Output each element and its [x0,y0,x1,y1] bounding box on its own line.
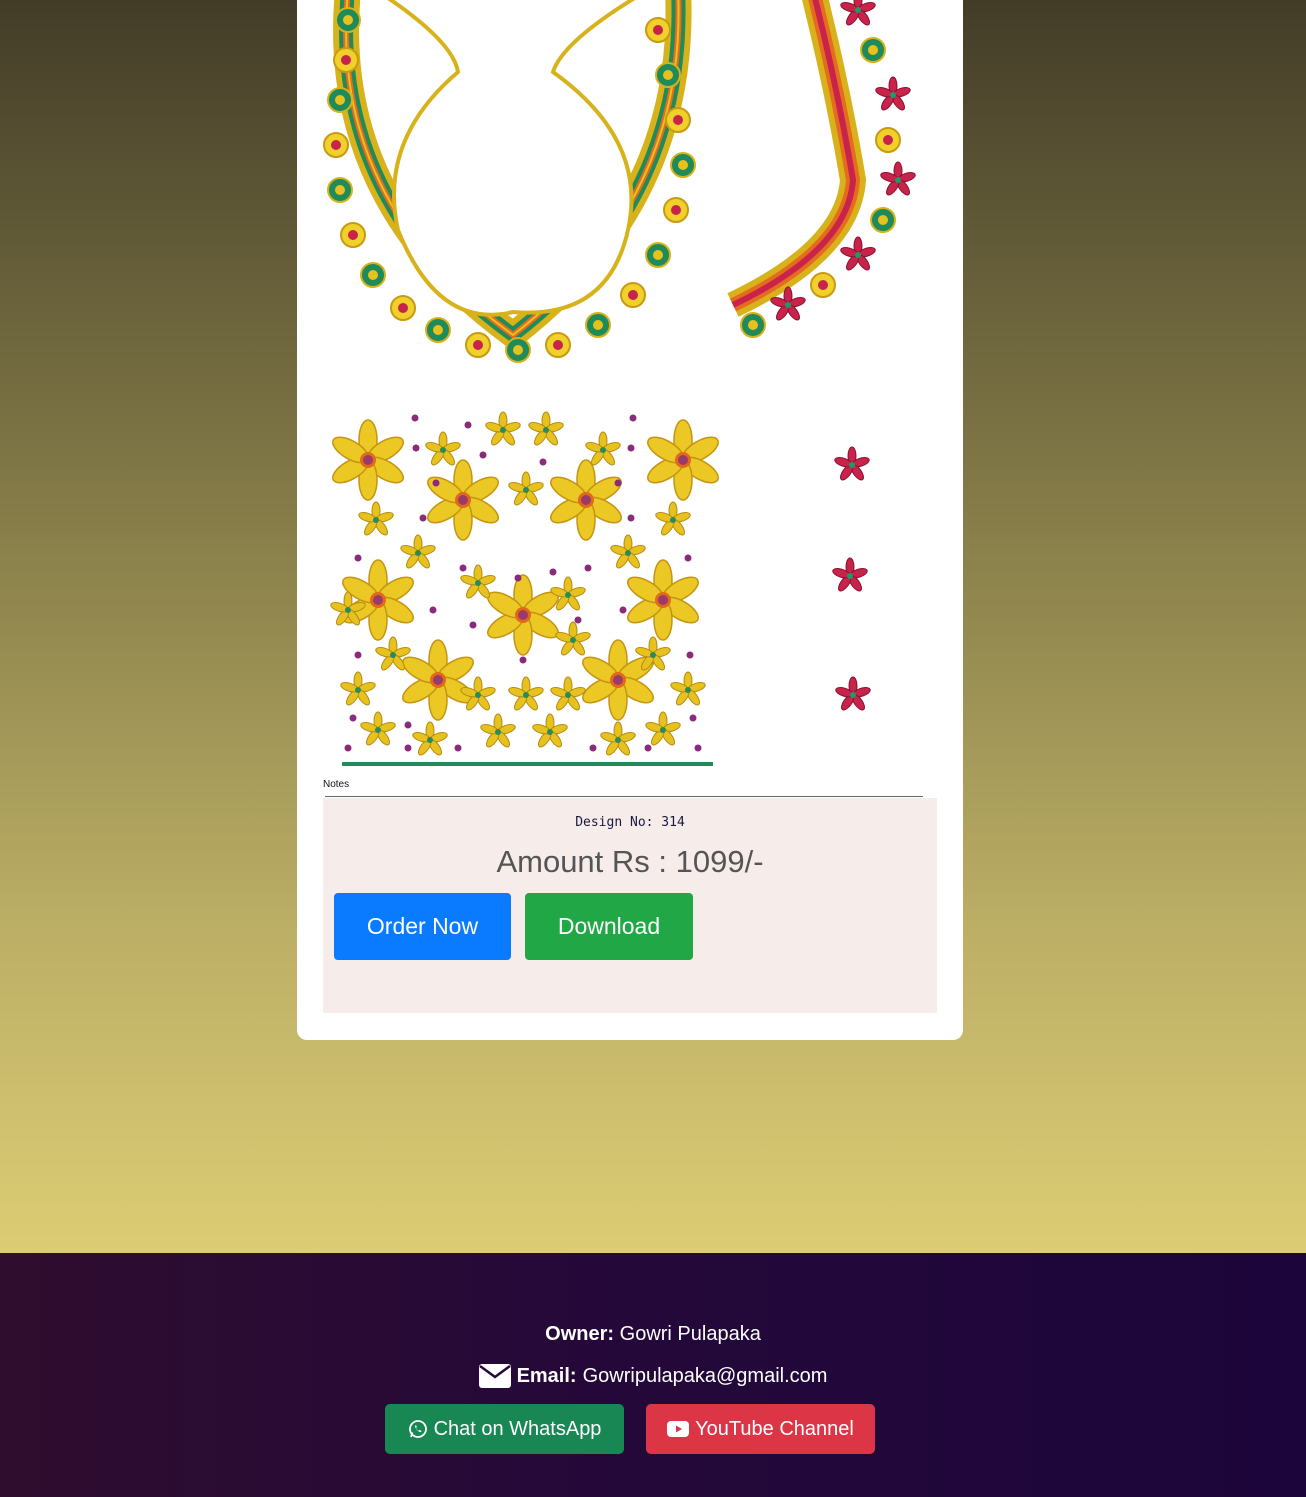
owner-label: Owner: [545,1323,615,1345]
email-info: Email: Gowripulapaka@gmail.com [0,1364,1306,1388]
whatsapp-label: Chat on WhatsApp [433,1417,602,1440]
youtube-label: YouTube Channel [695,1417,854,1440]
youtube-channel-button[interactable]: YouTube Channel [646,1404,875,1454]
download-button[interactable]: Download [525,893,693,960]
design-number: Design No: 314 [575,815,685,830]
embroidery-design-image [323,0,917,766]
envelope-icon [478,1364,511,1388]
notes-label: Notes [323,779,350,790]
notes-divider [325,796,923,797]
design-info-panel: Design No: 314 Amount Rs : 1099/- Order … [323,798,937,1013]
price-amount: Amount Rs : 1099/- [496,844,764,879]
whatsapp-chat-button[interactable]: Chat on WhatsApp [385,1404,624,1454]
email-label: Email: [516,1364,577,1387]
whatsapp-icon [408,1420,427,1438]
owner-info: Owner: Gowri Pulapaka [0,1323,1306,1346]
youtube-icon [667,1421,690,1437]
order-now-button[interactable]: Order Now [334,893,511,960]
site-footer: Owner: Gowri Pulapaka Email: Gowripulapa… [0,1253,1306,1497]
email-value[interactable]: Gowripulapaka@gmail.com [583,1365,828,1388]
owner-name: Gowri Pulapaka [619,1323,761,1345]
